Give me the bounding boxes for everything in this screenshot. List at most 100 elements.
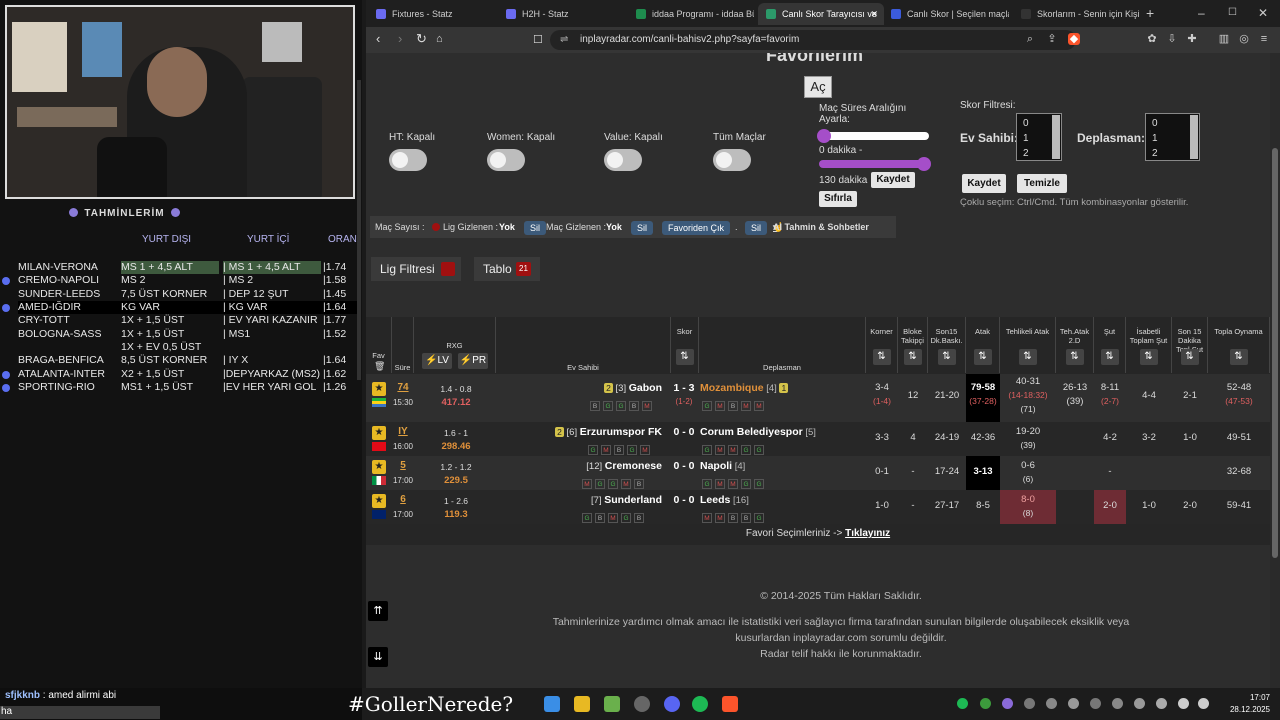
sort-arrow-icon[interactable]: ⇅ <box>675 349 694 365</box>
max-slider-knob[interactable] <box>917 157 931 171</box>
score-save-button[interactable]: Kaydet <box>962 174 1006 193</box>
ai-dropdown[interactable]: ☝ AI Tahmin & Sohbetler ▾ <box>773 216 869 238</box>
sidebar-icon[interactable]: ▥ <box>1218 33 1230 45</box>
score-clear-button[interactable]: Temizle <box>1017 174 1067 193</box>
away-team[interactable]: Corum Belediyespor [5] <box>700 426 870 438</box>
favorite-star-icon[interactable]: ★ <box>372 426 386 440</box>
open-button[interactable]: Aç <box>804 76 832 98</box>
toggle-switch[interactable] <box>713 149 751 171</box>
col-header-korner[interactable]: Korner ⇅ <box>866 317 898 373</box>
back-icon[interactable]: ‹ <box>376 31 380 46</box>
trash-icon[interactable]: 🗑 <box>374 361 385 372</box>
spotify-icon[interactable] <box>692 696 708 712</box>
zoom-icon[interactable]: ⌕ <box>1024 33 1036 45</box>
toggle-switch[interactable] <box>487 149 525 171</box>
favorite-star-icon[interactable]: ★ <box>372 494 386 508</box>
time-save-button[interactable]: Kaydet <box>871 172 915 188</box>
listbox-scrollbar[interactable] <box>1052 115 1060 159</box>
pr-sort-button[interactable]: ⚡PR <box>458 353 488 369</box>
sort-arrow-icon[interactable]: ⇅ <box>1018 349 1037 365</box>
sort-arrow-icon[interactable]: ⇅ <box>1065 349 1084 365</box>
match-minute[interactable]: 74 <box>392 382 414 393</box>
obs-icon[interactable] <box>634 696 650 712</box>
time-reset-button[interactable]: Sıfırla <box>819 191 857 207</box>
tab-3[interactable]: Canlı Skor Tarayıcısı ve ✕ <box>758 3 884 25</box>
lig-filtresi-button[interactable]: Lig Filtresi <box>371 257 461 281</box>
tray-feather-icon[interactable] <box>1002 698 1013 709</box>
brave-icon[interactable] <box>722 696 738 712</box>
home-team[interactable]: [12] Cremonese <box>516 460 662 472</box>
sort-arrow-icon[interactable]: ⇅ <box>1180 349 1199 365</box>
reload-icon[interactable]: ↻ <box>416 31 427 47</box>
tray-app-icon[interactable] <box>1134 698 1145 709</box>
home-team[interactable]: 2 [3] Gabon <box>516 382 662 394</box>
col-header-bloke[interactable]: Bloke Takipçi ⇅ <box>898 317 928 373</box>
col-header-tehlikeli[interactable]: Tehlikeli Atak ⇅ <box>1000 317 1056 373</box>
away-team[interactable]: Mozambique [4] 1 <box>700 382 870 394</box>
tray-app-icon[interactable] <box>1068 698 1079 709</box>
listbox-scrollbar[interactable] <box>1190 115 1198 159</box>
col-header-topla[interactable]: Topla Oynama ⇅ <box>1208 317 1270 373</box>
col-header-tehatak[interactable]: Teh.Atak 2.D ⇅ <box>1056 317 1094 373</box>
tray-app-icon[interactable] <box>1156 698 1167 709</box>
tray-volume-icon[interactable] <box>1198 698 1209 709</box>
maximize-icon[interactable]: ☐ <box>1228 7 1237 18</box>
home-icon[interactable]: ⌂ <box>436 33 443 45</box>
sort-arrow-icon[interactable]: ⇅ <box>1139 349 1158 365</box>
favoriden-cik-button[interactable]: Favoriden Çık <box>662 221 731 235</box>
sort-arrow-icon[interactable]: ⇅ <box>937 349 956 365</box>
share-icon[interactable]: ⇪ <box>1046 33 1058 45</box>
min-slider-knob[interactable] <box>817 129 831 143</box>
file-explorer-icon[interactable] <box>574 696 590 712</box>
tab-5[interactable]: Skorlarım - Senin için Kişis <box>1013 3 1139 25</box>
discord-icon[interactable] <box>664 696 680 712</box>
favorite-star-icon[interactable]: ★ <box>372 382 386 396</box>
sort-arrow-icon[interactable]: ⇅ <box>1100 349 1119 365</box>
tray-app-icon[interactable] <box>1090 698 1101 709</box>
mac-sil-button[interactable]: Sil <box>631 221 654 235</box>
tab-close-icon[interactable]: ✕ <box>870 3 878 25</box>
col-header-isabetli[interactable]: İsabetli Toplam Şut ⇅ <box>1126 317 1172 373</box>
tab-0[interactable]: Fixtures - Statz <box>368 3 494 25</box>
lig-sil-button[interactable]: Sil <box>524 221 547 235</box>
scrollbar-thumb[interactable] <box>1272 148 1278 558</box>
match-minute[interactable]: 6 <box>392 494 414 505</box>
tablo-button[interactable]: Tablo 21 <box>474 257 540 281</box>
fav-link[interactable]: Tıklayınız <box>845 528 890 539</box>
forward-icon[interactable]: › <box>398 31 402 46</box>
home-team[interactable]: [7] Sunderland <box>516 494 662 506</box>
col-header-sut[interactable]: Şut ⇅ <box>1094 317 1126 373</box>
windows-start-icon[interactable] <box>544 696 560 712</box>
home-score-list[interactable]: 012 <box>1016 113 1062 161</box>
tab-2[interactable]: iddaa Programı - iddaa Bü <box>628 3 754 25</box>
site-info-icon[interactable]: ⇌ <box>560 30 568 50</box>
tray-spotify-icon[interactable] <box>957 698 968 709</box>
toggle-women[interactable]: Women: Kapalı <box>487 132 555 171</box>
tray-app-icon[interactable] <box>1112 698 1123 709</box>
page-scrollbar[interactable] <box>1270 53 1280 688</box>
puzzle-icon[interactable]: ✚ <box>1186 33 1198 45</box>
close-window-icon[interactable]: ✕ <box>1258 6 1268 20</box>
toggle-switch[interactable] <box>604 149 642 171</box>
away-team[interactable]: Leeds [16] <box>700 494 870 506</box>
lv-sort-button[interactable]: ⚡LV <box>422 353 452 369</box>
brave-shield-icon[interactable]: ◆ <box>1068 33 1080 45</box>
notepad-icon[interactable] <box>604 696 620 712</box>
away-team[interactable]: Napoli [4] <box>700 460 870 472</box>
col-header-son15[interactable]: Son15 Dk.Baskı. ⇅ <box>928 317 966 373</box>
sort-arrow-icon[interactable]: ⇅ <box>872 349 891 365</box>
col-header-son15sut[interactable]: Son 15 Dakika Topl.Şut⇅ <box>1172 317 1208 373</box>
sil-button[interactable]: Sil <box>745 221 768 235</box>
match-minute[interactable]: 5 <box>392 460 414 471</box>
tray-app-icon[interactable] <box>1046 698 1057 709</box>
col-header-atak[interactable]: Atak ⇅ <box>966 317 1000 373</box>
toggle-tum-maclar[interactable]: Tüm Maçlar <box>713 132 766 171</box>
match-minute[interactable]: IY <box>392 426 414 437</box>
system-clock[interactable]: 17:07 28.12.2025 <box>1230 692 1270 716</box>
tab-1[interactable]: H2H - Statz <box>498 3 624 25</box>
sort-arrow-icon[interactable]: ⇅ <box>973 349 992 365</box>
tab-4[interactable]: Canlı Skor | Seçilen maçlar <box>883 3 1009 25</box>
bookmark-icon[interactable]: ☐ <box>533 33 543 46</box>
max-slider[interactable] <box>819 157 931 171</box>
tray-network-icon[interactable] <box>1178 698 1189 709</box>
